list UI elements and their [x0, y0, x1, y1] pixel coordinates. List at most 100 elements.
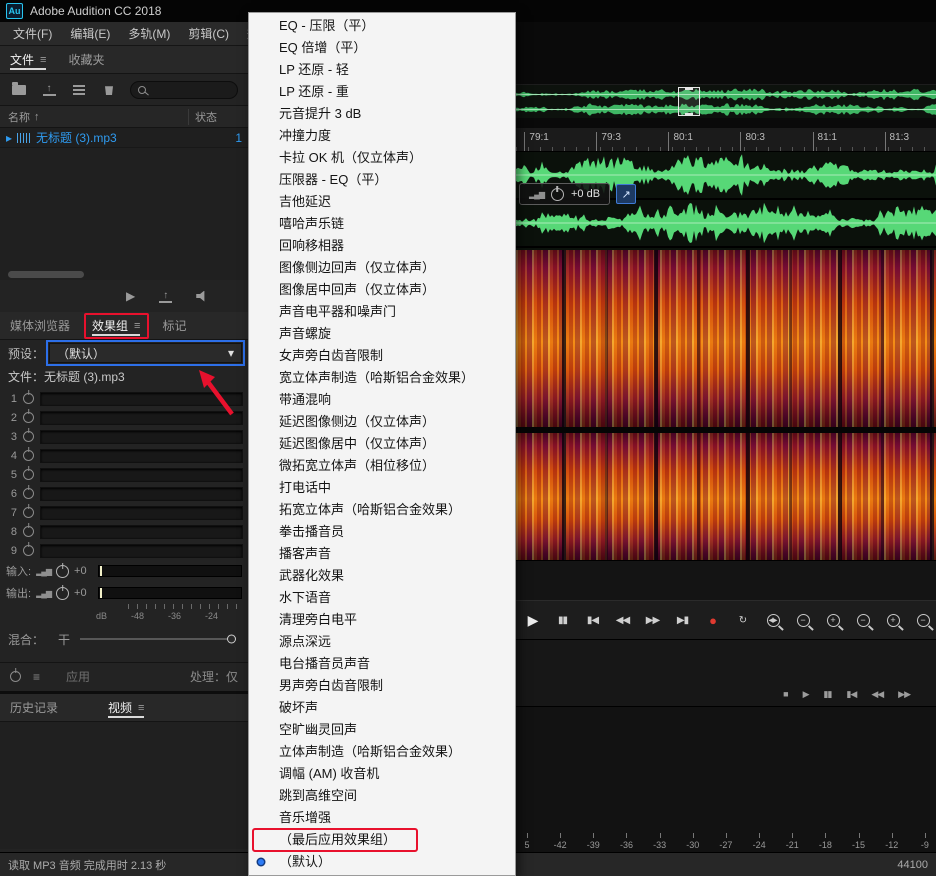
expand-chevron-icon[interactable]: ▸ [6, 131, 12, 145]
tab-effects-rack[interactable]: 效果组 ≡ [92, 312, 140, 339]
apply-button[interactable]: 应用 [66, 668, 90, 685]
preset-menu-item[interactable]: 宽立体声制造（哈斯铝合金效果） [249, 367, 515, 389]
power-icon[interactable] [23, 526, 34, 537]
preset-menu-item[interactable]: 男声旁白齿音限制 [249, 675, 515, 697]
power-icon[interactable] [23, 469, 34, 480]
effect-slot-well[interactable] [40, 525, 243, 539]
preset-menu-item[interactable]: 破坏声 [249, 697, 515, 719]
media-view-button[interactable] [70, 81, 88, 99]
preset-menu-item[interactable]: 播客声音 [249, 543, 515, 565]
tab-history[interactable]: 历史记录 [10, 694, 58, 721]
effect-slot[interactable]: 5 [5, 465, 243, 484]
preset-menu-item[interactable]: 调幅 (AM) 收音机 [249, 763, 515, 785]
open-file-button[interactable] [10, 81, 28, 99]
tab-markers[interactable]: 标记 [162, 312, 186, 339]
tab-video[interactable]: 视频 ≡ [108, 694, 144, 721]
power-icon[interactable] [23, 412, 34, 423]
rewind-button[interactable]: ◀◀ [871, 689, 883, 700]
preset-dropdown[interactable]: （默认） ▾ [49, 343, 242, 363]
loop-playback-button[interactable]: ↻ [731, 608, 754, 632]
preset-menu-item[interactable]: 清理旁白电平 [249, 609, 515, 631]
preset-menu-item[interactable]: 水下语音 [249, 587, 515, 609]
overview-strip[interactable] [516, 85, 936, 118]
preset-menu-item[interactable]: LP 还原 - 轻 [249, 59, 515, 81]
panel-menu-icon[interactable]: ≡ [134, 320, 140, 332]
power-icon[interactable] [23, 545, 34, 556]
delete-button[interactable] [100, 81, 118, 99]
effect-slot[interactable]: 1 [5, 389, 243, 408]
preset-menu-item[interactable]: 声音电平器和噪声门 [249, 301, 515, 323]
preset-menu-item[interactable]: 音乐增强 [249, 807, 515, 829]
preset-menu-item[interactable]: （默认） [249, 851, 515, 873]
effect-slot-well[interactable] [40, 544, 243, 558]
waveform-channel-right[interactable] [516, 200, 936, 248]
preset-menu-item[interactable]: EQ 倍增（平） [249, 37, 515, 59]
preview-play-button[interactable]: ▶ [126, 289, 135, 303]
skip-to-end-button[interactable]: ▶▮ [671, 608, 694, 632]
effect-slot[interactable]: 2 [5, 408, 243, 427]
zoom-out-time-button[interactable]: − [852, 608, 874, 632]
rack-list-icon[interactable]: ≡ [33, 670, 40, 684]
effect-slot-well[interactable] [40, 449, 243, 463]
fast-forward-button[interactable]: ▶▶ [898, 689, 910, 700]
preset-menu-item[interactable]: （最后应用效果组） [249, 829, 515, 851]
mix-slider-knob[interactable] [227, 635, 236, 644]
preset-menu-item[interactable]: 拓宽立体声（哈斯铝合金效果） [249, 499, 515, 521]
effect-slot[interactable]: 8 [5, 522, 243, 541]
preset-menu-item[interactable]: 回响移相器 [249, 235, 515, 257]
speaker-icon[interactable] [196, 291, 208, 302]
pause-button[interactable]: ▮▮ [551, 608, 574, 632]
effect-slot-well[interactable] [40, 392, 243, 406]
panel-menu-icon[interactable]: ≡ [40, 54, 46, 66]
power-icon[interactable] [23, 431, 34, 442]
power-icon[interactable] [23, 450, 34, 461]
zoom-in-button[interactable]: + [762, 608, 784, 632]
zoom-out-button[interactable]: − [792, 608, 814, 632]
zoom-to-selection-button[interactable]: + [882, 608, 904, 632]
gain-hud-control[interactable]: ▂▄▆ +0 dB [519, 183, 610, 205]
rewind-button[interactable]: ◀◀ [611, 608, 634, 632]
effect-slot-well[interactable] [40, 468, 243, 482]
preset-menu-item[interactable]: 图像居中回声（仅立体声） [249, 279, 515, 301]
waveform-display[interactable]: ▂▄▆ +0 dB ↗ [516, 152, 936, 250]
effect-slot-well[interactable] [40, 411, 243, 425]
effect-slot-well[interactable] [40, 506, 243, 520]
effect-slot[interactable]: 3 [5, 427, 243, 446]
input-gain-knob[interactable] [56, 565, 69, 578]
preset-menu-item[interactable]: 卡拉 OK 机（仅立体声） [249, 147, 515, 169]
preset-menu-item[interactable]: 图像侧边回声（仅立体声） [249, 257, 515, 279]
power-icon[interactable] [23, 507, 34, 518]
menu-bar-item[interactable]: 文件(F) [4, 22, 61, 45]
panel-menu-icon[interactable]: ≡ [138, 702, 144, 714]
search-input[interactable] [130, 81, 238, 99]
menu-bar-item[interactable]: 多轨(M) [119, 22, 179, 45]
preset-menu-item[interactable]: 源点深远 [249, 631, 515, 653]
spectrogram-left[interactable] [516, 250, 936, 427]
preset-menu-item[interactable]: 元音提升 3 dB [249, 103, 515, 125]
preset-menu-item[interactable]: 拳击播音员 [249, 521, 515, 543]
export-icon[interactable]: ↑ [159, 290, 172, 303]
horizontal-scrollbar[interactable] [8, 271, 84, 278]
preset-menu-item[interactable]: 延迟图像侧边（仅立体声） [249, 411, 515, 433]
preset-menu-item[interactable]: EQ - 压限（平） [249, 15, 515, 37]
effect-slot-well[interactable] [40, 487, 243, 501]
preset-menu-item[interactable]: 嘻哈声乐链 [249, 213, 515, 235]
preset-menu-item[interactable]: 女声旁白齿音限制 [249, 345, 515, 367]
preset-menu-item[interactable]: 声音螺旋 [249, 323, 515, 345]
fast-forward-button[interactable]: ▶▶ [641, 608, 664, 632]
hud-pin-button[interactable]: ↗ [616, 184, 636, 204]
effect-slot-well[interactable] [40, 430, 243, 444]
rack-power-icon[interactable] [10, 671, 21, 682]
preset-menu-item[interactable]: 电台播音员声音 [249, 653, 515, 675]
preset-menu-item[interactable]: 立体声制造（哈斯铝合金效果） [249, 741, 515, 763]
skip-to-start-button[interactable]: ▮◀ [846, 689, 856, 700]
effect-slot[interactable]: 9 [5, 541, 243, 560]
tab-files[interactable]: 文件 ≡ [10, 46, 46, 73]
preset-menu-item[interactable]: 跳到高维空间 [249, 785, 515, 807]
zoom-in-time-button[interactable]: + [822, 608, 844, 632]
tab-favorites[interactable]: 收藏夹 [68, 46, 104, 73]
preset-menu-item[interactable]: 打电话中 [249, 477, 515, 499]
preset-menu-item[interactable]: 压限器 - EQ（平） [249, 169, 515, 191]
effect-slot[interactable]: 4 [5, 446, 243, 465]
play-button[interactable]: ▶ [521, 608, 544, 632]
